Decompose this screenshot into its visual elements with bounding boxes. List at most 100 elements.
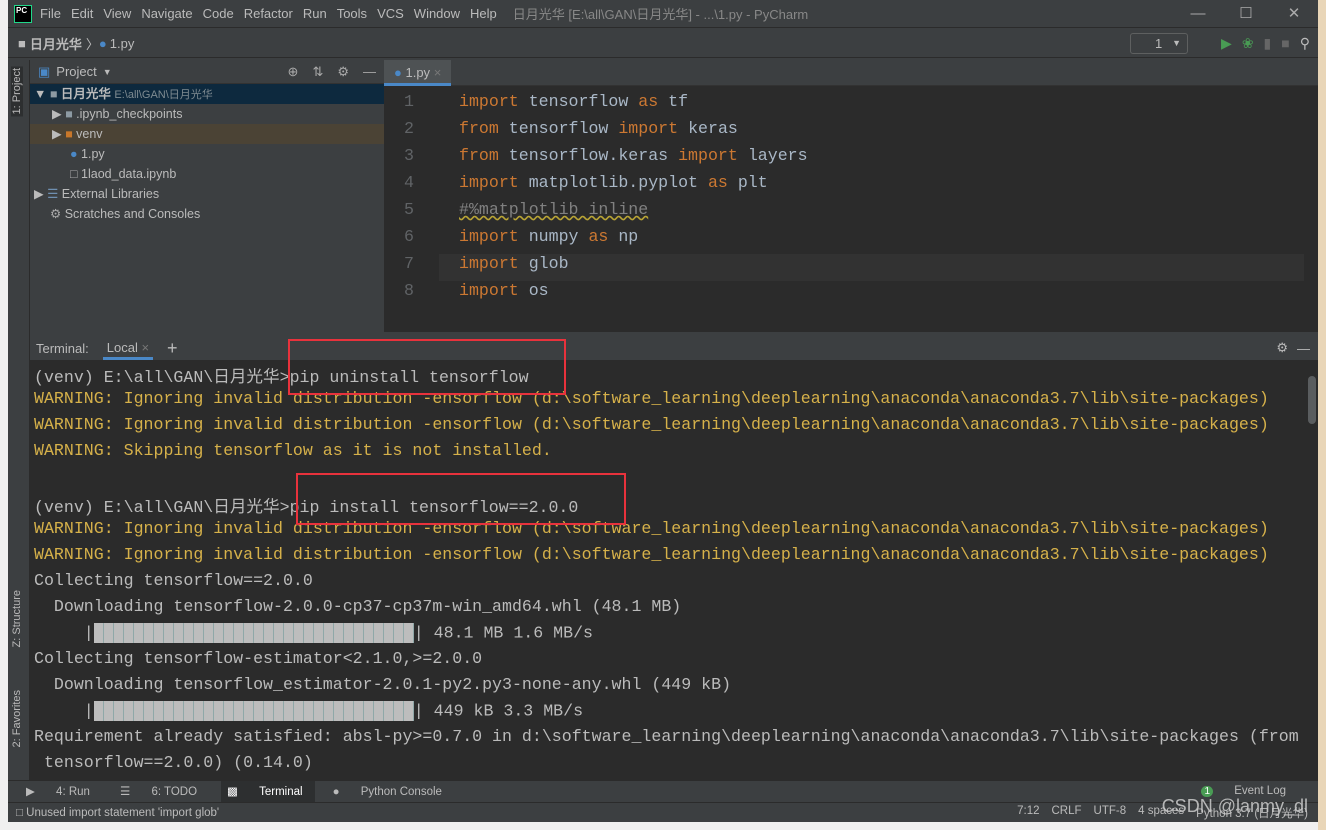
terminal-line: Requirement already satisfied: absl-py>=… xyxy=(34,727,1299,746)
terminal-panel: Terminal: Local × + ⚙ — (venv) E:\all\GAN\日… xyxy=(30,336,1318,780)
line-number: 4 xyxy=(404,173,414,192)
tool-todo[interactable]: ☰ 6: TODO xyxy=(114,781,209,803)
menu-window[interactable]: Window xyxy=(414,6,460,21)
menu-tools[interactable]: Tools xyxy=(337,6,367,21)
menu-file[interactable]: File xyxy=(40,6,61,21)
window-title: 日月光华 [E:\all\GAN\日月光华] - ...\1.py - PyCh… xyxy=(512,7,809,22)
progress-bar xyxy=(93,623,414,643)
status-bar: □ Unused import statement 'import glob' … xyxy=(8,802,1318,822)
terminal-line: | | 449 kB 3.3 MB/s xyxy=(34,701,584,721)
gear-icon[interactable]: ⚙ xyxy=(1276,340,1288,356)
status-icon: □ xyxy=(16,806,23,819)
maximize-button[interactable]: ☐ xyxy=(1222,0,1270,28)
terminal-line: Downloading tensorflow_estimator-2.0.1-p… xyxy=(34,675,732,694)
bottom-tool-bar: ▶ 4: Run ☰ 6: TODO ▩ Terminal ● Python C… xyxy=(8,780,1318,803)
terminal-line: Collecting tensorflow==2.0.0 xyxy=(34,571,313,590)
tree-item-notebook[interactable]: □ 1laod_data.ipynb xyxy=(30,164,384,184)
current-line-highlight xyxy=(439,254,1304,281)
title-bar: PC File Edit View Navigate Code Refactor Run To… xyxy=(8,0,1318,28)
left-tool-stripe: 1: Project Z: Structure 2: Favorites xyxy=(8,60,30,780)
tree-item-scratches[interactable]: ⚙ Scratches and Consoles xyxy=(30,204,384,224)
stop-icon[interactable]: ■ xyxy=(1281,35,1289,52)
gear-icon[interactable]: ⚙ xyxy=(337,64,349,80)
menu-run[interactable]: Run xyxy=(303,6,327,21)
run-icon[interactable]: ▶ xyxy=(1221,35,1232,52)
terminal-line: tensorflow==2.0.0) (0.14.0) xyxy=(34,753,313,772)
editor-tab-1py[interactable]: ● 1.py × xyxy=(384,60,452,86)
tree-item-1py[interactable]: ● 1.py xyxy=(30,144,384,164)
breadcrumb-project[interactable]: 日月光华 xyxy=(30,34,82,53)
terminal-line: WARNING: Ignoring invalid distribution -… xyxy=(34,519,1269,538)
navigation-bar: ■ 日月光华 〉 ● 1.py 1 ▼ ▶ ❀ ▮ ■ ⚲ xyxy=(8,29,1318,58)
debug-icon[interactable]: ❀ xyxy=(1242,35,1254,52)
collapse-icon[interactable]: ⇅ xyxy=(312,64,323,80)
tool-python-console[interactable]: ● Python Console xyxy=(327,781,454,803)
python-file-icon: ● xyxy=(98,35,107,51)
terminal-line: Downloading tensorflow-2.0.0-cp37-cp37m-… xyxy=(34,597,682,616)
hide-icon[interactable]: — xyxy=(1297,341,1310,356)
coverage-icon[interactable]: ▮ xyxy=(1264,35,1272,52)
hide-icon[interactable]: — xyxy=(363,64,376,80)
terminal-label: Terminal: xyxy=(36,340,89,356)
menu-bar: File Edit View Navigate Code Refactor Run Tools… xyxy=(40,6,507,21)
code-line: from tensorflow.keras import layers xyxy=(459,146,808,165)
terminal-line: WARNING: Skipping tensorflow as it is no… xyxy=(34,441,552,460)
side-tab-favorites[interactable]: 2: Favorites xyxy=(11,690,23,747)
add-terminal-icon[interactable]: + xyxy=(167,338,178,359)
tool-terminal[interactable]: ▩ Terminal xyxy=(221,780,315,803)
run-config-select[interactable]: 1 ▼ xyxy=(1130,33,1188,54)
watermark: CSDN @lanmy_dl xyxy=(1161,796,1308,816)
terminal-scrollbar[interactable] xyxy=(1308,376,1316,424)
chevron-down-icon: ▼ xyxy=(1172,38,1181,48)
search-icon[interactable]: ⚲ xyxy=(1300,35,1310,52)
project-view-select[interactable]: Project xyxy=(56,64,96,79)
close-button[interactable]: ✕ xyxy=(1270,0,1318,28)
editor[interactable]: ● 1.py × 1 import tensorflow as tf 2 from t… xyxy=(384,60,1318,332)
tool-run[interactable]: ▶ 4: Run xyxy=(20,781,102,803)
code-line: import glob xyxy=(459,254,569,273)
menu-help[interactable]: Help xyxy=(470,6,497,21)
menu-edit[interactable]: Edit xyxy=(71,6,93,21)
menu-refactor[interactable]: Refactor xyxy=(244,6,293,21)
line-number: 1 xyxy=(404,92,414,111)
code-line: import os xyxy=(459,281,549,300)
menu-vcs[interactable]: VCS xyxy=(377,6,404,21)
breadcrumb-file[interactable]: 1.py xyxy=(110,36,135,51)
code-line: import tensorflow as tf xyxy=(459,92,689,111)
close-icon: × xyxy=(433,65,442,80)
code-line: import numpy as np xyxy=(459,227,639,246)
folder-icon: ■ xyxy=(18,35,26,51)
terminal-line: WARNING: Ignoring invalid distribution -… xyxy=(34,545,1269,564)
tree-item-checkpoints[interactable]: ▶ ■ .ipynb_checkpoints xyxy=(30,104,384,124)
line-number: 8 xyxy=(404,281,414,300)
code-line: #%matplotlib inline xyxy=(459,200,649,219)
line-number: 3 xyxy=(404,146,414,165)
locate-icon[interactable]: ⊕ xyxy=(288,64,299,80)
side-tab-project[interactable]: 1: Project xyxy=(11,66,23,117)
progress-bar xyxy=(93,701,414,721)
encoding[interactable]: UTF-8 xyxy=(1094,805,1127,821)
highlight-box-install xyxy=(296,473,626,525)
line-number: 6 xyxy=(404,227,414,246)
line-number: 5 xyxy=(404,200,414,219)
caret-position[interactable]: 7:12 xyxy=(1017,805,1039,821)
side-tab-structure[interactable]: Z: Structure xyxy=(11,590,23,647)
tree-item-root[interactable]: ▼ ■ 日月光华 E:\all\GAN\日月光华 xyxy=(30,84,384,104)
pycharm-window: PC File Edit View Navigate Code Refactor Run To… xyxy=(8,0,1318,822)
pycharm-logo: PC xyxy=(14,4,32,23)
menu-view[interactable]: View xyxy=(103,6,131,21)
project-panel: ▣ Project ▼ ⊕ ⇅ ⚙ — ▼ ■ 日月光华 E:\all\GAN\日月光华 … xyxy=(30,60,384,332)
code-line: from tensorflow import keras xyxy=(459,119,738,138)
menu-navigate[interactable]: Navigate xyxy=(141,6,192,21)
tree-item-external-libraries[interactable]: ▶ ☰ External Libraries xyxy=(30,184,384,204)
minimize-button[interactable]: — xyxy=(1174,0,1222,28)
line-separator[interactable]: CRLF xyxy=(1052,805,1082,821)
code-area[interactable]: 1 import tensorflow as tf 2 from tensorflow… xyxy=(384,86,1318,332)
tree-item-venv[interactable]: ▶ ■ venv xyxy=(30,124,384,144)
terminal-tab-local[interactable]: Local × xyxy=(102,336,154,360)
background-edge xyxy=(1318,0,1326,830)
status-message: Unused import statement 'import glob' xyxy=(26,806,220,819)
terminal-line: | | 48.1 MB 1.6 MB/s xyxy=(34,623,593,643)
menu-code[interactable]: Code xyxy=(203,6,234,21)
terminal-line: WARNING: Ignoring invalid distribution -… xyxy=(34,415,1269,434)
